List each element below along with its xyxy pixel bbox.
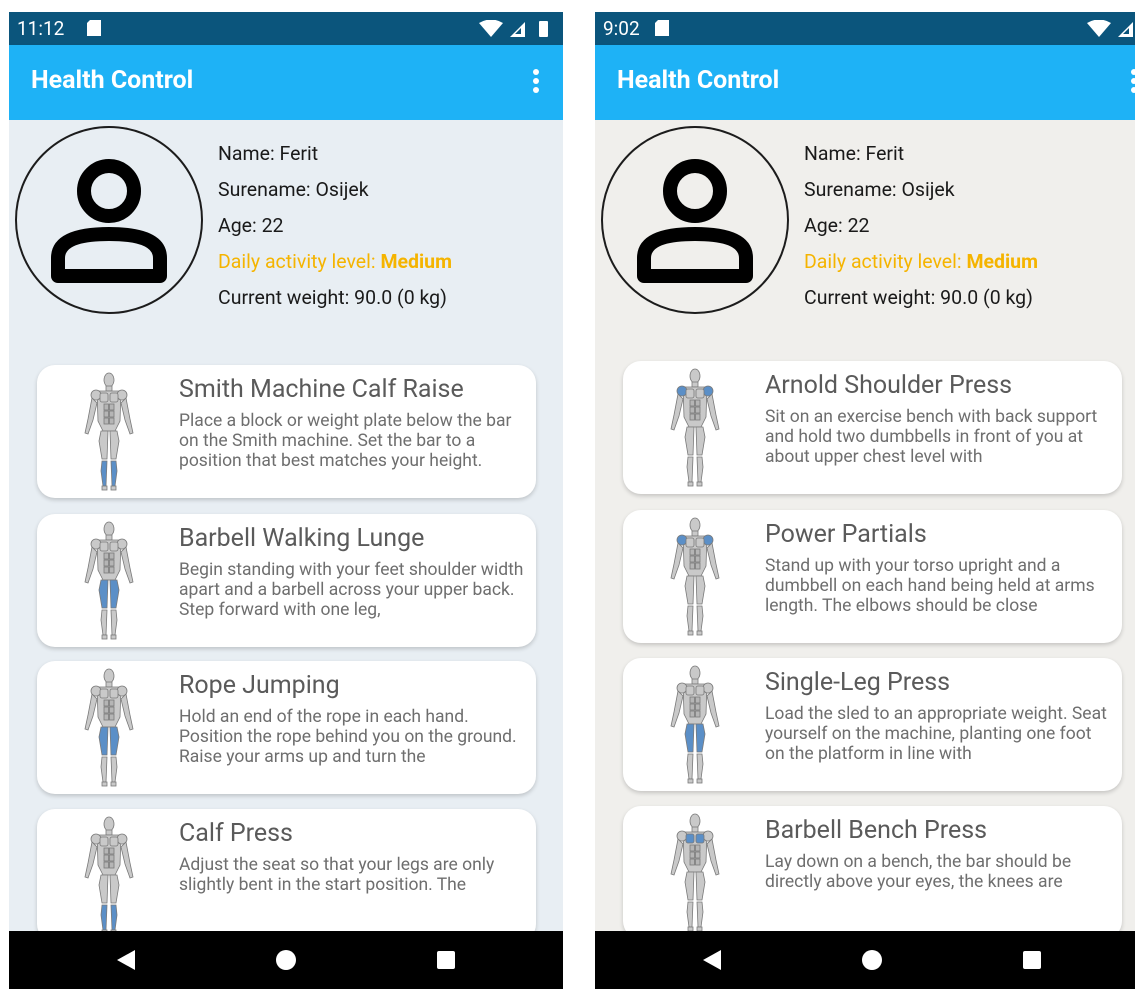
exercise-description: Lay down on a bench, the bar should be d… <box>765 852 1072 892</box>
profile-info: Name: Ferit Surename: Osijek Age: 22 Dai… <box>218 142 452 322</box>
exercise-card[interactable]: Barbell Walking Lunge Begin standing wit… <box>37 514 536 647</box>
app-bar: Health Control <box>9 45 563 120</box>
exercise-title: Power Partials <box>765 520 927 549</box>
muscle-figure-icon <box>670 813 720 931</box>
main-content: Name: Ferit Surename: Osijek Age: 22 Dai… <box>595 120 1135 931</box>
muscle-figure-icon <box>84 668 134 787</box>
profile-activity: Daily activity level: Medium <box>218 250 452 286</box>
exercise-card[interactable]: Power Partials Stand up with your torso … <box>623 510 1122 643</box>
home-icon[interactable] <box>274 948 298 972</box>
profile-surname: Surename: Osijek <box>804 178 955 201</box>
status-bar: 11:12 <box>9 12 563 45</box>
exercise-description: Place a block or weight plate below the … <box>179 411 512 471</box>
muscle-figure-icon <box>84 521 134 640</box>
recents-icon[interactable] <box>1020 948 1044 972</box>
muscle-figure-icon <box>670 517 720 636</box>
battery-icon <box>539 21 548 37</box>
profile-age: Age: 22 <box>804 214 870 237</box>
status-time: 9:02 <box>603 17 640 40</box>
exercise-title: Calf Press <box>179 819 293 848</box>
status-time: 11:12 <box>17 17 65 40</box>
profile-weight: Current weight: 90.0 (0 kg) <box>218 286 447 309</box>
status-bar: 9:02 <box>595 12 1135 45</box>
exercise-title: Arnold Shoulder Press <box>765 371 1013 400</box>
avatar <box>15 126 203 314</box>
sd-card-icon <box>655 20 669 36</box>
exercise-title: Smith Machine Calf Raise <box>179 375 464 404</box>
exercise-card[interactable]: Rope Jumping Hold an end of the rope in … <box>37 661 536 794</box>
main-content: Name: Ferit Surename: Osijek Age: 22 Dai… <box>9 120 563 931</box>
activity-label: Daily activity level: <box>218 250 381 273</box>
exercise-card[interactable]: Single-Leg Press Load the sled to an app… <box>623 658 1122 791</box>
navigation-bar <box>9 931 563 989</box>
system-icons <box>477 19 555 43</box>
system-icons <box>1085 19 1135 43</box>
profile-activity: Daily activity level: Medium <box>804 250 1038 286</box>
exercise-card[interactable]: Barbell Bench Press Lay down on a bench,… <box>623 806 1122 931</box>
avatar-icon <box>637 159 753 283</box>
avatar <box>601 126 789 314</box>
sd-card-icon <box>87 20 101 36</box>
exercise-description: Sit on an exercise bench with back suppo… <box>765 407 1098 467</box>
back-icon[interactable] <box>700 948 724 972</box>
profile-name: Name: Ferit <box>218 142 319 165</box>
activity-value: Medium <box>966 250 1038 273</box>
overflow-menu-icon[interactable] <box>531 69 541 95</box>
back-icon[interactable] <box>114 948 138 972</box>
navigation-bar <box>595 931 1135 989</box>
overflow-menu-icon[interactable] <box>1129 69 1135 95</box>
app-title: Health Control <box>31 66 194 95</box>
exercise-description: Hold an end of the rope in each hand. Po… <box>179 707 517 767</box>
profile-info: Name: Ferit Surename: Osijek Age: 22 Dai… <box>804 142 1038 322</box>
activity-value: Medium <box>380 250 452 273</box>
home-icon[interactable] <box>860 948 884 972</box>
exercise-description: Adjust the seat so that your legs are on… <box>179 855 495 895</box>
exercise-description: Begin standing with your feet shoulder w… <box>179 560 524 620</box>
app-title: Health Control <box>617 66 780 95</box>
muscle-figure-icon <box>670 368 720 487</box>
exercise-card[interactable]: Smith Machine Calf Raise Place a block o… <box>37 365 536 498</box>
exercise-card[interactable]: Calf Press Adjust the seat so that your … <box>37 809 536 931</box>
exercise-title: Barbell Bench Press <box>765 816 988 845</box>
phone-screen-right: 9:02 Health Control Name: Ferit Surename… <box>595 12 1135 989</box>
exercise-title: Barbell Walking Lunge <box>179 524 425 553</box>
wifi-icon <box>1087 19 1111 37</box>
app-bar: Health Control <box>595 45 1135 120</box>
exercise-description: Stand up with your torso upright and a d… <box>765 556 1095 616</box>
muscle-figure-icon <box>670 665 720 784</box>
exercise-description: Load the sled to an appropriate weight. … <box>765 704 1107 764</box>
profile-weight: Current weight: 90.0 (0 kg) <box>804 286 1033 309</box>
exercise-title: Single-Leg Press <box>765 668 951 697</box>
activity-label: Daily activity level: <box>804 250 967 273</box>
muscle-figure-icon <box>84 372 134 491</box>
signal-icon <box>510 22 525 37</box>
signal-icon <box>1118 22 1133 37</box>
wifi-icon <box>479 19 503 37</box>
avatar-icon <box>51 159 167 283</box>
phone-screen-left: 11:12 Health Control Name: Ferit Surenam… <box>9 12 563 989</box>
profile-age: Age: 22 <box>218 214 284 237</box>
exercise-card[interactable]: Arnold Shoulder Press Sit on an exercise… <box>623 361 1122 494</box>
exercise-title: Rope Jumping <box>179 671 340 700</box>
profile-surname: Surename: Osijek <box>218 178 369 201</box>
profile-name: Name: Ferit <box>804 142 905 165</box>
recents-icon[interactable] <box>434 948 458 972</box>
muscle-figure-icon <box>84 816 134 931</box>
